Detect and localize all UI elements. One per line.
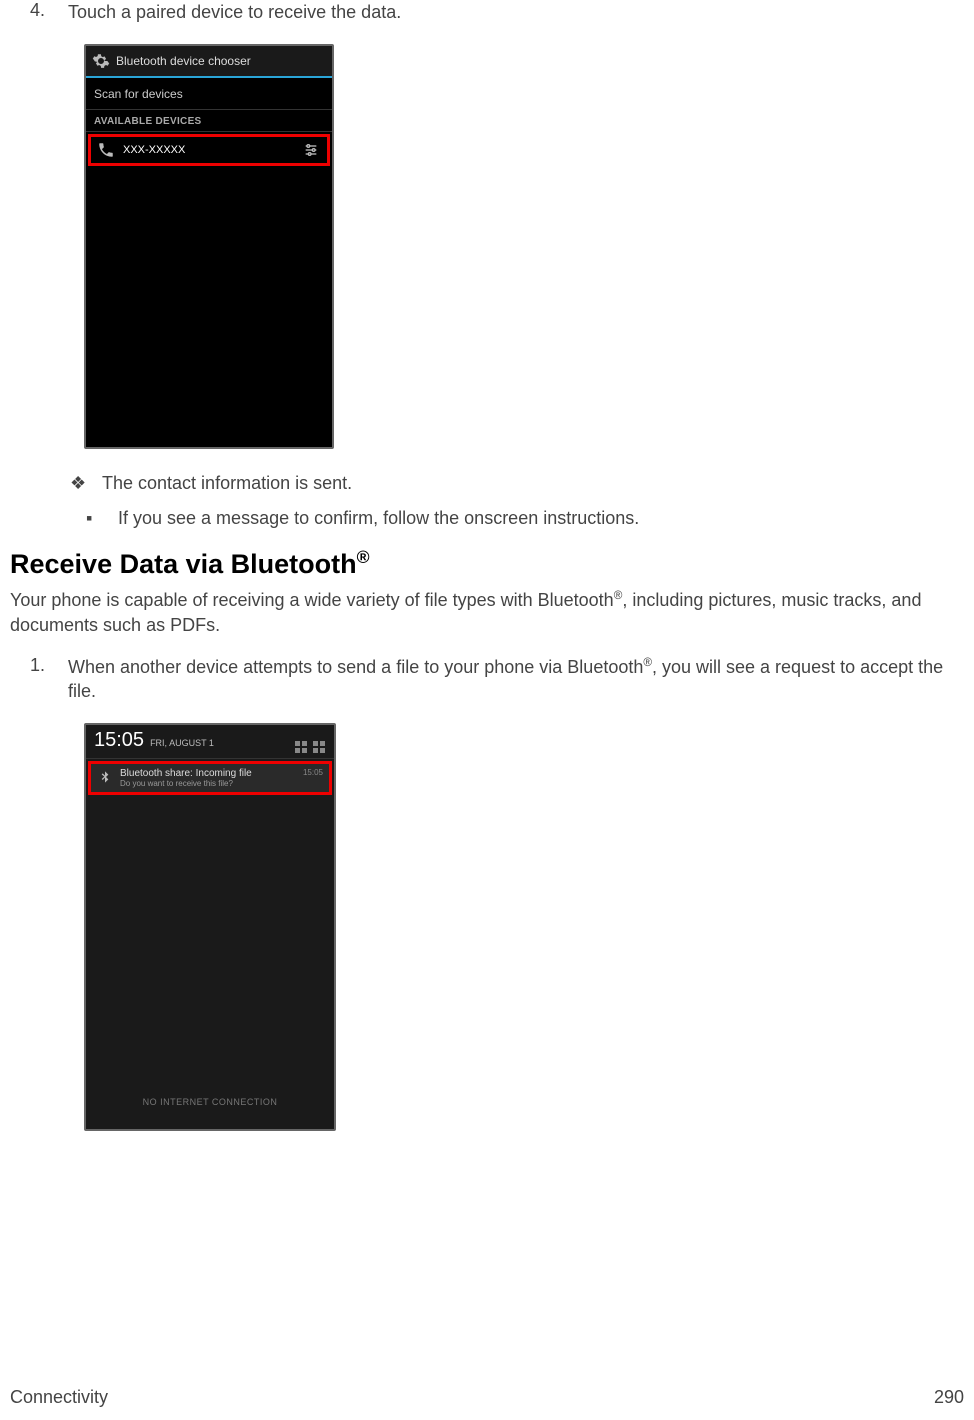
registered-mark: ® xyxy=(357,547,370,567)
section-heading: Receive Data via Bluetooth® xyxy=(10,547,964,580)
notification-subtitle: Do you want to receive this file? xyxy=(120,779,323,788)
bluetooth-incoming-notification[interactable]: Bluetooth share: Incoming file Do you wa… xyxy=(88,761,332,795)
bt-title-bar: Bluetooth device chooser xyxy=(86,46,332,78)
grid-icon[interactable] xyxy=(294,740,308,754)
step-4: 4. Touch a paired device to receive the … xyxy=(10,0,964,24)
note-sent: ❖ The contact information is sent. xyxy=(10,473,964,494)
phone-icon xyxy=(97,141,115,159)
no-internet-label: NO INTERNET CONNECTION xyxy=(86,1097,334,1107)
grid-icon[interactable] xyxy=(312,740,326,754)
heading-text: Receive Data via Bluetooth xyxy=(10,549,357,579)
notification-text: Bluetooth share: Incoming file Do you wa… xyxy=(120,768,323,788)
device-name: XXX-XXXXX xyxy=(123,144,185,156)
step-number: 4. xyxy=(30,0,56,24)
page-footer: Connectivity 290 xyxy=(10,1387,964,1408)
settings-sliders-icon[interactable] xyxy=(303,142,319,158)
note-confirm: ▪ If you see a message to confirm, follo… xyxy=(10,508,964,529)
intro-pre: Your phone is capable of receiving a wid… xyxy=(10,590,614,610)
note-text: The contact information is sent. xyxy=(102,473,352,494)
step-text: Touch a paired device to receive the dat… xyxy=(68,0,964,24)
gear-icon xyxy=(92,52,110,70)
notification-timestamp: 15:05 xyxy=(303,768,323,777)
step-text: When another device attempts to send a f… xyxy=(68,655,964,704)
notification-title: Bluetooth share: Incoming file xyxy=(120,768,323,779)
square-bullet-icon: ▪ xyxy=(86,508,108,529)
screenshot-bluetooth-chooser: Bluetooth device chooser Scan for device… xyxy=(84,44,334,449)
available-devices-header: AVAILABLE DEVICES xyxy=(86,110,332,132)
notification-header: 15:05 FRI, AUGUST 1 xyxy=(86,725,334,759)
registered-mark: ® xyxy=(643,656,652,669)
step-1: 1. When another device attempts to send … xyxy=(10,655,964,704)
scan-for-devices[interactable]: Scan for devices xyxy=(86,78,332,110)
step-number: 1. xyxy=(30,655,56,704)
step1-pre: When another device attempts to send a f… xyxy=(68,657,643,677)
screenshot-notification-panel: 15:05 FRI, AUGUST 1 Bluetooth share: Inc… xyxy=(84,723,336,1131)
footer-page-number: 290 xyxy=(934,1387,964,1408)
clock-date: FRI, AUGUST 1 xyxy=(150,738,214,748)
intro-paragraph: Your phone is capable of receiving a wid… xyxy=(10,588,964,637)
note-text: If you see a message to confirm, follow … xyxy=(118,508,639,529)
diamond-bullet-icon: ❖ xyxy=(70,473,92,494)
footer-section: Connectivity xyxy=(10,1387,108,1408)
header-icons xyxy=(294,740,326,754)
bt-device-row[interactable]: XXX-XXXXX xyxy=(88,134,330,166)
clock-time: 15:05 xyxy=(94,729,144,752)
bt-title-text: Bluetooth device chooser xyxy=(116,54,251,68)
bluetooth-icon xyxy=(97,770,113,786)
